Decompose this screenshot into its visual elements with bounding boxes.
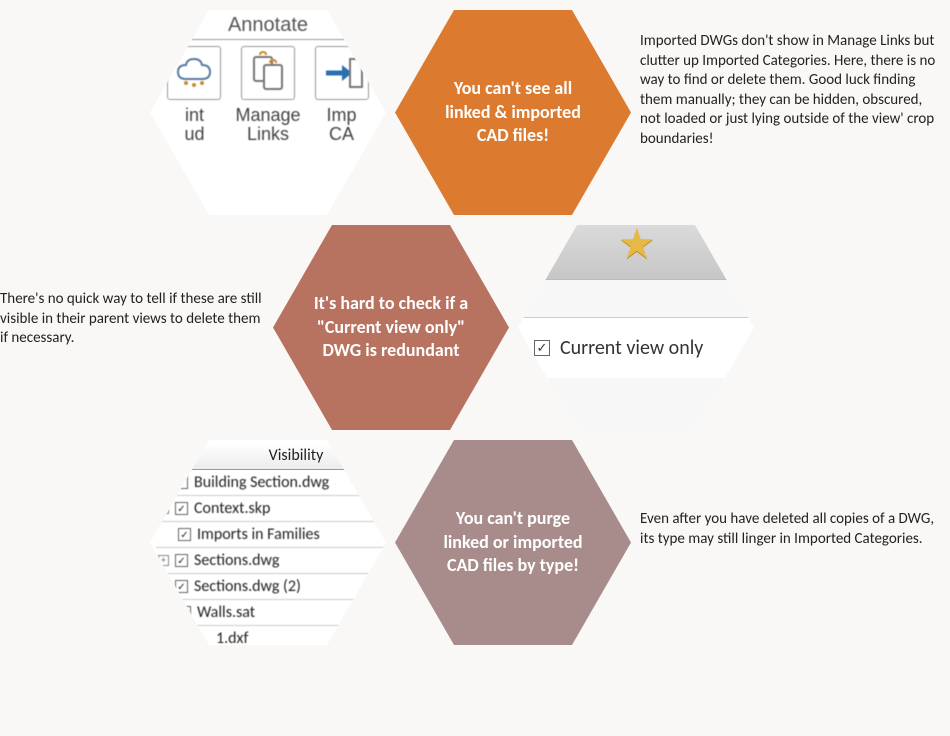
import-dialog-fragment: ★ ✓ Current view only — [518, 225, 754, 430]
current-view-only-checkbox[interactable]: ✓ — [534, 340, 550, 356]
visibility-checkbox[interactable]: ✓ — [175, 502, 188, 515]
expand-icon[interactable]: + — [158, 581, 169, 592]
visibility-row[interactable]: ✓ Imports in Families — [156, 522, 386, 548]
hex-claim-1-text: You can't see all linked & imported CAD … — [395, 77, 631, 147]
visibility-row[interactable]: 1.dxf — [156, 626, 386, 645]
hex-claim-2: It's hard to check if a "Current view on… — [273, 225, 509, 430]
visibility-checkbox[interactable]: ✓ — [175, 580, 188, 593]
screenshot-current-view-only: ★ ✓ Current view only — [518, 225, 754, 430]
hex-claim-3: You can't purge linked or imported CAD f… — [395, 440, 631, 645]
revit-insert-ribbon: Annotate int ud Manage — [150, 10, 386, 215]
visibility-column-header: Visibility — [156, 444, 386, 470]
visibility-row[interactable]: + ✓ Sections.dwg (2) — [156, 574, 386, 600]
hex-claim-3-text: You can't purge linked or imported CAD f… — [395, 507, 631, 577]
expand-icon[interactable]: + — [158, 503, 169, 514]
import-cad-icon — [315, 46, 369, 100]
explain-3: Even after you have deleted all copies o… — [640, 510, 940, 549]
visibility-row[interactable]: + ✓ Context.skp — [156, 496, 386, 522]
visibility-checkbox[interactable]: ✓ — [178, 528, 191, 541]
manage-links-icon — [241, 46, 295, 100]
explain-2: There's no quick way to tell if these ar… — [0, 290, 265, 349]
visibility-checkbox[interactable]: ✓ — [175, 554, 188, 567]
current-view-only-label: Current view only — [560, 336, 703, 360]
imported-categories-panel: Visibility + ✓ Building Section.dwg + ✓ … — [150, 440, 386, 645]
expand-icon[interactable]: + — [158, 555, 169, 566]
hex-claim-1: You can't see all linked & imported CAD … — [395, 10, 631, 215]
ribbon-item-point-cloud: int ud — [167, 46, 221, 144]
expand-icon[interactable]: + — [158, 477, 169, 488]
visibility-row[interactable]: + ✓ Building Section.dwg — [156, 470, 386, 496]
screenshot-visibility-list: Visibility + ✓ Building Section.dwg + ✓ … — [150, 440, 386, 645]
visibility-checkbox[interactable]: ✓ — [175, 476, 188, 489]
ribbon-item-import-cad: Imp CA — [315, 46, 369, 144]
visibility-checkbox[interactable]: ✓ — [178, 606, 191, 619]
visibility-row[interactable]: + ✓ Sections.dwg — [156, 548, 386, 574]
favorites-star-icon: ★ — [618, 225, 656, 270]
screenshot-toolbar: Annotate int ud Manage — [150, 10, 386, 215]
ribbon-tab-annotate: Annotate — [156, 14, 380, 40]
visibility-row[interactable]: ✓ Walls.sat — [156, 600, 386, 626]
ribbon-item-manage-links: Manage Links — [235, 46, 300, 144]
explain-1: Imported DWGs don't show in Manage Links… — [640, 32, 940, 149]
cloud-icon — [167, 46, 221, 100]
hex-claim-2-text: It's hard to check if a "Current view on… — [273, 292, 509, 362]
